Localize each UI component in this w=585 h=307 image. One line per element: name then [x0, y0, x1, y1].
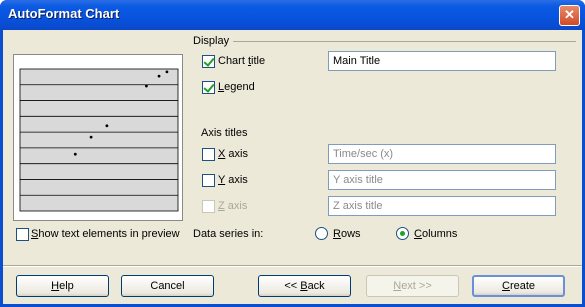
- y-axis-checkbox[interactable]: [202, 174, 215, 187]
- columns-radio[interactable]: [396, 227, 409, 240]
- chart-preview: [13, 54, 183, 221]
- chart-title-field[interactable]: Main Title: [328, 51, 556, 71]
- x-axis-label: X axis: [218, 148, 248, 160]
- back-button[interactable]: << Back: [258, 275, 351, 297]
- data-point: [105, 124, 109, 128]
- window-border-left: [0, 30, 3, 307]
- legend-label: Legend: [218, 81, 255, 93]
- data-point: [73, 152, 77, 156]
- help-button[interactable]: Help: [16, 275, 109, 297]
- z-axis-label: Z axis: [218, 200, 248, 212]
- next-button: Next >>: [366, 275, 459, 297]
- close-button[interactable]: ✕: [559, 5, 580, 26]
- columns-label: Columns: [414, 228, 458, 240]
- show-text-label: Show text elements in preview: [31, 228, 180, 240]
- y-axis-label: Y axis: [218, 174, 248, 186]
- close-icon: ✕: [564, 7, 575, 22]
- x-axis-checkbox[interactable]: [202, 148, 215, 161]
- z-axis-checkbox: [202, 200, 215, 213]
- data-series-label: Data series in:: [193, 228, 264, 240]
- data-point: [89, 135, 93, 139]
- axis-titles-group-label: Axis titles: [201, 127, 248, 139]
- chart-title-checkbox[interactable]: [202, 55, 215, 68]
- chart-title-label: Chart title: [218, 55, 266, 67]
- rows-radio[interactable]: [315, 227, 328, 240]
- window-title: AutoFormat Chart: [8, 6, 120, 21]
- display-group-divider: [233, 41, 576, 42]
- show-text-checkbox[interactable]: [16, 228, 29, 241]
- data-point: [145, 84, 148, 88]
- create-button[interactable]: Create: [472, 275, 565, 297]
- plot-area: [19, 68, 179, 212]
- dialog-body: Show text elements in preview Display Ch…: [3, 30, 582, 304]
- cancel-button[interactable]: Cancel: [121, 275, 214, 297]
- display-group-label: Display: [193, 35, 230, 47]
- legend-checkbox[interactable]: [202, 81, 215, 94]
- z-axis-title-field: Z axis title: [328, 196, 556, 216]
- data-point: [157, 74, 161, 78]
- title-bar[interactable]: AutoFormat Chart ✕: [0, 0, 585, 30]
- chart-preview-plot: [19, 68, 179, 212]
- x-axis-title-field[interactable]: Time/sec (x): [328, 144, 556, 164]
- rows-label: Rows: [333, 228, 361, 240]
- button-separator: [3, 265, 582, 267]
- dialog-window: AutoFormat Chart ✕ Show text elements in…: [0, 0, 585, 307]
- y-axis-title-field[interactable]: Y axis title: [328, 170, 556, 190]
- data-point: [165, 70, 169, 74]
